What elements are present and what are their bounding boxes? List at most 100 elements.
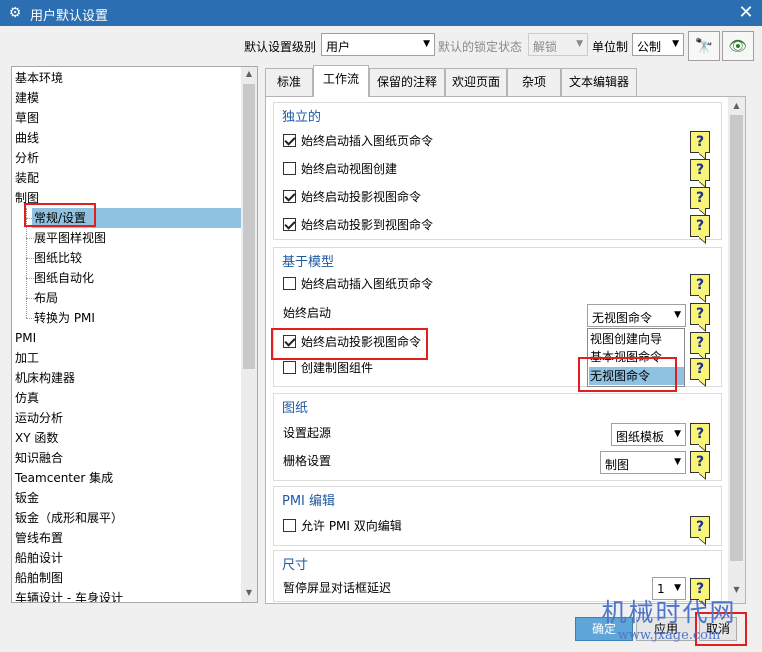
title-bar: ⚙ 用户默认设置 ✕ (0, 0, 762, 26)
chevron-down-icon: ▼ (674, 457, 681, 467)
tab-standard[interactable]: 标准 (265, 68, 313, 96)
tree-item[interactable]: Teamcenter 集成 (15, 468, 113, 488)
help-icon[interactable]: ? (690, 423, 710, 445)
settings-tree[interactable]: 基本环境 建模 草图 曲线 分析 装配 制图 常规/设置 展平图样视图 图纸比较… (11, 66, 258, 603)
tab-welcome-page[interactable]: 欢迎页面 (445, 68, 507, 96)
visibility-button[interactable]: 👁 (722, 31, 754, 61)
tree-item[interactable]: 图纸自动化 (34, 268, 94, 288)
tree-item[interactable]: 分析 (15, 148, 39, 168)
close-icon[interactable]: ✕ (734, 2, 758, 24)
delay-select[interactable]: 1 ▼ (652, 577, 686, 600)
help-icon[interactable]: ? (690, 303, 710, 325)
tab-retained-annotations[interactable]: 保留的注释 (369, 68, 445, 96)
scroll-up-icon[interactable]: ▲ (728, 101, 745, 110)
tree-item[interactable]: 钣金（成形和展平） (15, 508, 123, 528)
checkbox-row[interactable]: 始终启动投影视图命令 (283, 187, 421, 207)
origin-label: 设置起源 (283, 426, 332, 440)
checkbox-unchecked[interactable] (283, 361, 296, 374)
grid-label: 栅格设置 (283, 454, 332, 468)
checkbox-checked[interactable] (283, 190, 296, 203)
tree-item[interactable]: 图纸比较 (34, 248, 82, 268)
checkbox-row[interactable]: 始终启动视图创建 (283, 159, 397, 179)
checkbox-row[interactable]: 始终启动插入图纸页命令 (283, 131, 433, 151)
tree-item[interactable]: 运动分析 (15, 408, 63, 428)
tab-workflow[interactable]: 工作流 (313, 65, 369, 97)
group-title: 基于模型 (282, 255, 335, 270)
tree-item[interactable]: 转换为 PMI (34, 308, 95, 328)
tree-item[interactable]: PMI (15, 328, 36, 348)
tab-misc[interactable]: 杂项 (507, 68, 561, 96)
grid-select[interactable]: 制图 ▼ (600, 451, 686, 474)
tree-item[interactable]: 基本环境 (15, 68, 63, 88)
checkbox-unchecked[interactable] (283, 162, 296, 175)
find-binoculars-button[interactable]: 🔭 (688, 31, 720, 61)
tree-item[interactable]: 展平图样视图 (34, 228, 106, 248)
checkbox-row[interactable]: 始终启动插入图纸页命令 (283, 274, 433, 294)
help-icon[interactable]: ? (690, 274, 710, 296)
watermark: 机械时代网 www.jxage.com (576, 598, 762, 652)
tree-item[interactable]: 装配 (15, 168, 39, 188)
tree-item[interactable]: 草图 (15, 108, 39, 128)
lock-label: 默认的锁定状态 (438, 40, 523, 54)
checkbox-row[interactable]: 允许 PMI 双向编辑 (283, 516, 402, 536)
checkbox-checked[interactable] (283, 134, 296, 147)
scrollbar-thumb[interactable] (730, 115, 743, 561)
scroll-up-icon[interactable]: ▲ (241, 69, 257, 78)
tree-item[interactable]: 加工 (15, 348, 39, 368)
checkbox-row[interactable]: 创建制图组件 (283, 358, 373, 378)
help-icon[interactable]: ? (690, 451, 710, 473)
unit-label: 单位制 (592, 40, 629, 54)
chevron-down-icon: ▼ (423, 39, 430, 49)
help-icon[interactable]: ? (690, 159, 710, 181)
tree-item[interactable]: XY 函数 (15, 428, 58, 448)
checkbox-unchecked[interactable] (283, 519, 296, 532)
help-icon[interactable]: ? (690, 131, 710, 153)
tree-item[interactable]: 曲线 (15, 128, 39, 148)
group-pmi-edit: PMI 编辑 允许 PMI 双向编辑 ? (273, 486, 722, 546)
checkbox-row[interactable]: 始终启动投影到视图命令 (283, 215, 433, 235)
scroll-down-icon[interactable]: ▼ (241, 588, 257, 597)
lock-select[interactable]: 解锁 ▼ (528, 33, 588, 56)
eye-icon: 👁 (728, 37, 748, 55)
tree-item[interactable]: 船舶设计 (15, 548, 63, 568)
tree-scrollbar[interactable]: ▲ ▼ (241, 67, 257, 602)
grid-select-value: 制图 (605, 458, 630, 472)
window-title: 用户默认设置 (30, 9, 109, 24)
tree-item[interactable]: 船舶制图 (15, 568, 63, 588)
start-select[interactable]: 无视图命令 ▼ (587, 304, 686, 327)
checkbox-checked[interactable] (283, 218, 296, 231)
help-icon[interactable]: ? (690, 187, 710, 209)
tree-item[interactable]: 钣金 (15, 488, 39, 508)
help-icon[interactable]: ? (690, 516, 710, 538)
unit-select[interactable]: 公制 ▼ (632, 33, 684, 56)
highlight-box-checkbox (271, 328, 428, 360)
tree-item[interactable]: 建模 (15, 88, 39, 108)
level-select[interactable]: 用户 ▼ (321, 33, 435, 56)
group-independent: 独立的 始终启动插入图纸页命令 始终启动视图创建 始终启动投影视图命令 始终启动… (273, 102, 722, 240)
scrollbar-thumb[interactable] (243, 84, 255, 369)
tree-item[interactable]: 知识融合 (15, 448, 63, 468)
start-select-value: 无视图命令 (592, 311, 653, 325)
tab-text-editor[interactable]: 文本编辑器 (561, 68, 637, 96)
tree-item[interactable]: 车辆设计 - 车身设计 (15, 588, 123, 602)
tree-item[interactable]: 仿真 (15, 388, 39, 408)
tree-item[interactable]: 管线布置 (15, 528, 63, 548)
scroll-down-icon[interactable]: ▼ (728, 585, 745, 594)
group-title: 独立的 (282, 110, 322, 125)
help-icon[interactable]: ? (690, 332, 710, 354)
level-label: 默认设置级别 (244, 40, 317, 54)
delay-select-value: 1 (657, 582, 665, 596)
dropdown-option[interactable]: 视图创建向导 (590, 330, 662, 348)
origin-select[interactable]: 图纸模板 ▼ (611, 423, 686, 446)
help-icon[interactable]: ? (690, 215, 710, 237)
help-icon[interactable]: ? (690, 578, 710, 600)
lock-select-value: 解锁 (533, 40, 558, 54)
checkbox-label: 创建制图组件 (301, 361, 374, 375)
panel-scrollbar[interactable]: ▲ ▼ (728, 97, 745, 603)
tree-item[interactable]: 机床构建器 (15, 368, 75, 388)
help-icon[interactable]: ? (690, 358, 710, 380)
checkbox-unchecked[interactable] (283, 277, 296, 290)
tree-item[interactable]: 布局 (34, 288, 58, 308)
checkbox-label: 始终启动投影到视图命令 (301, 218, 434, 232)
level-select-value: 用户 (326, 40, 351, 54)
